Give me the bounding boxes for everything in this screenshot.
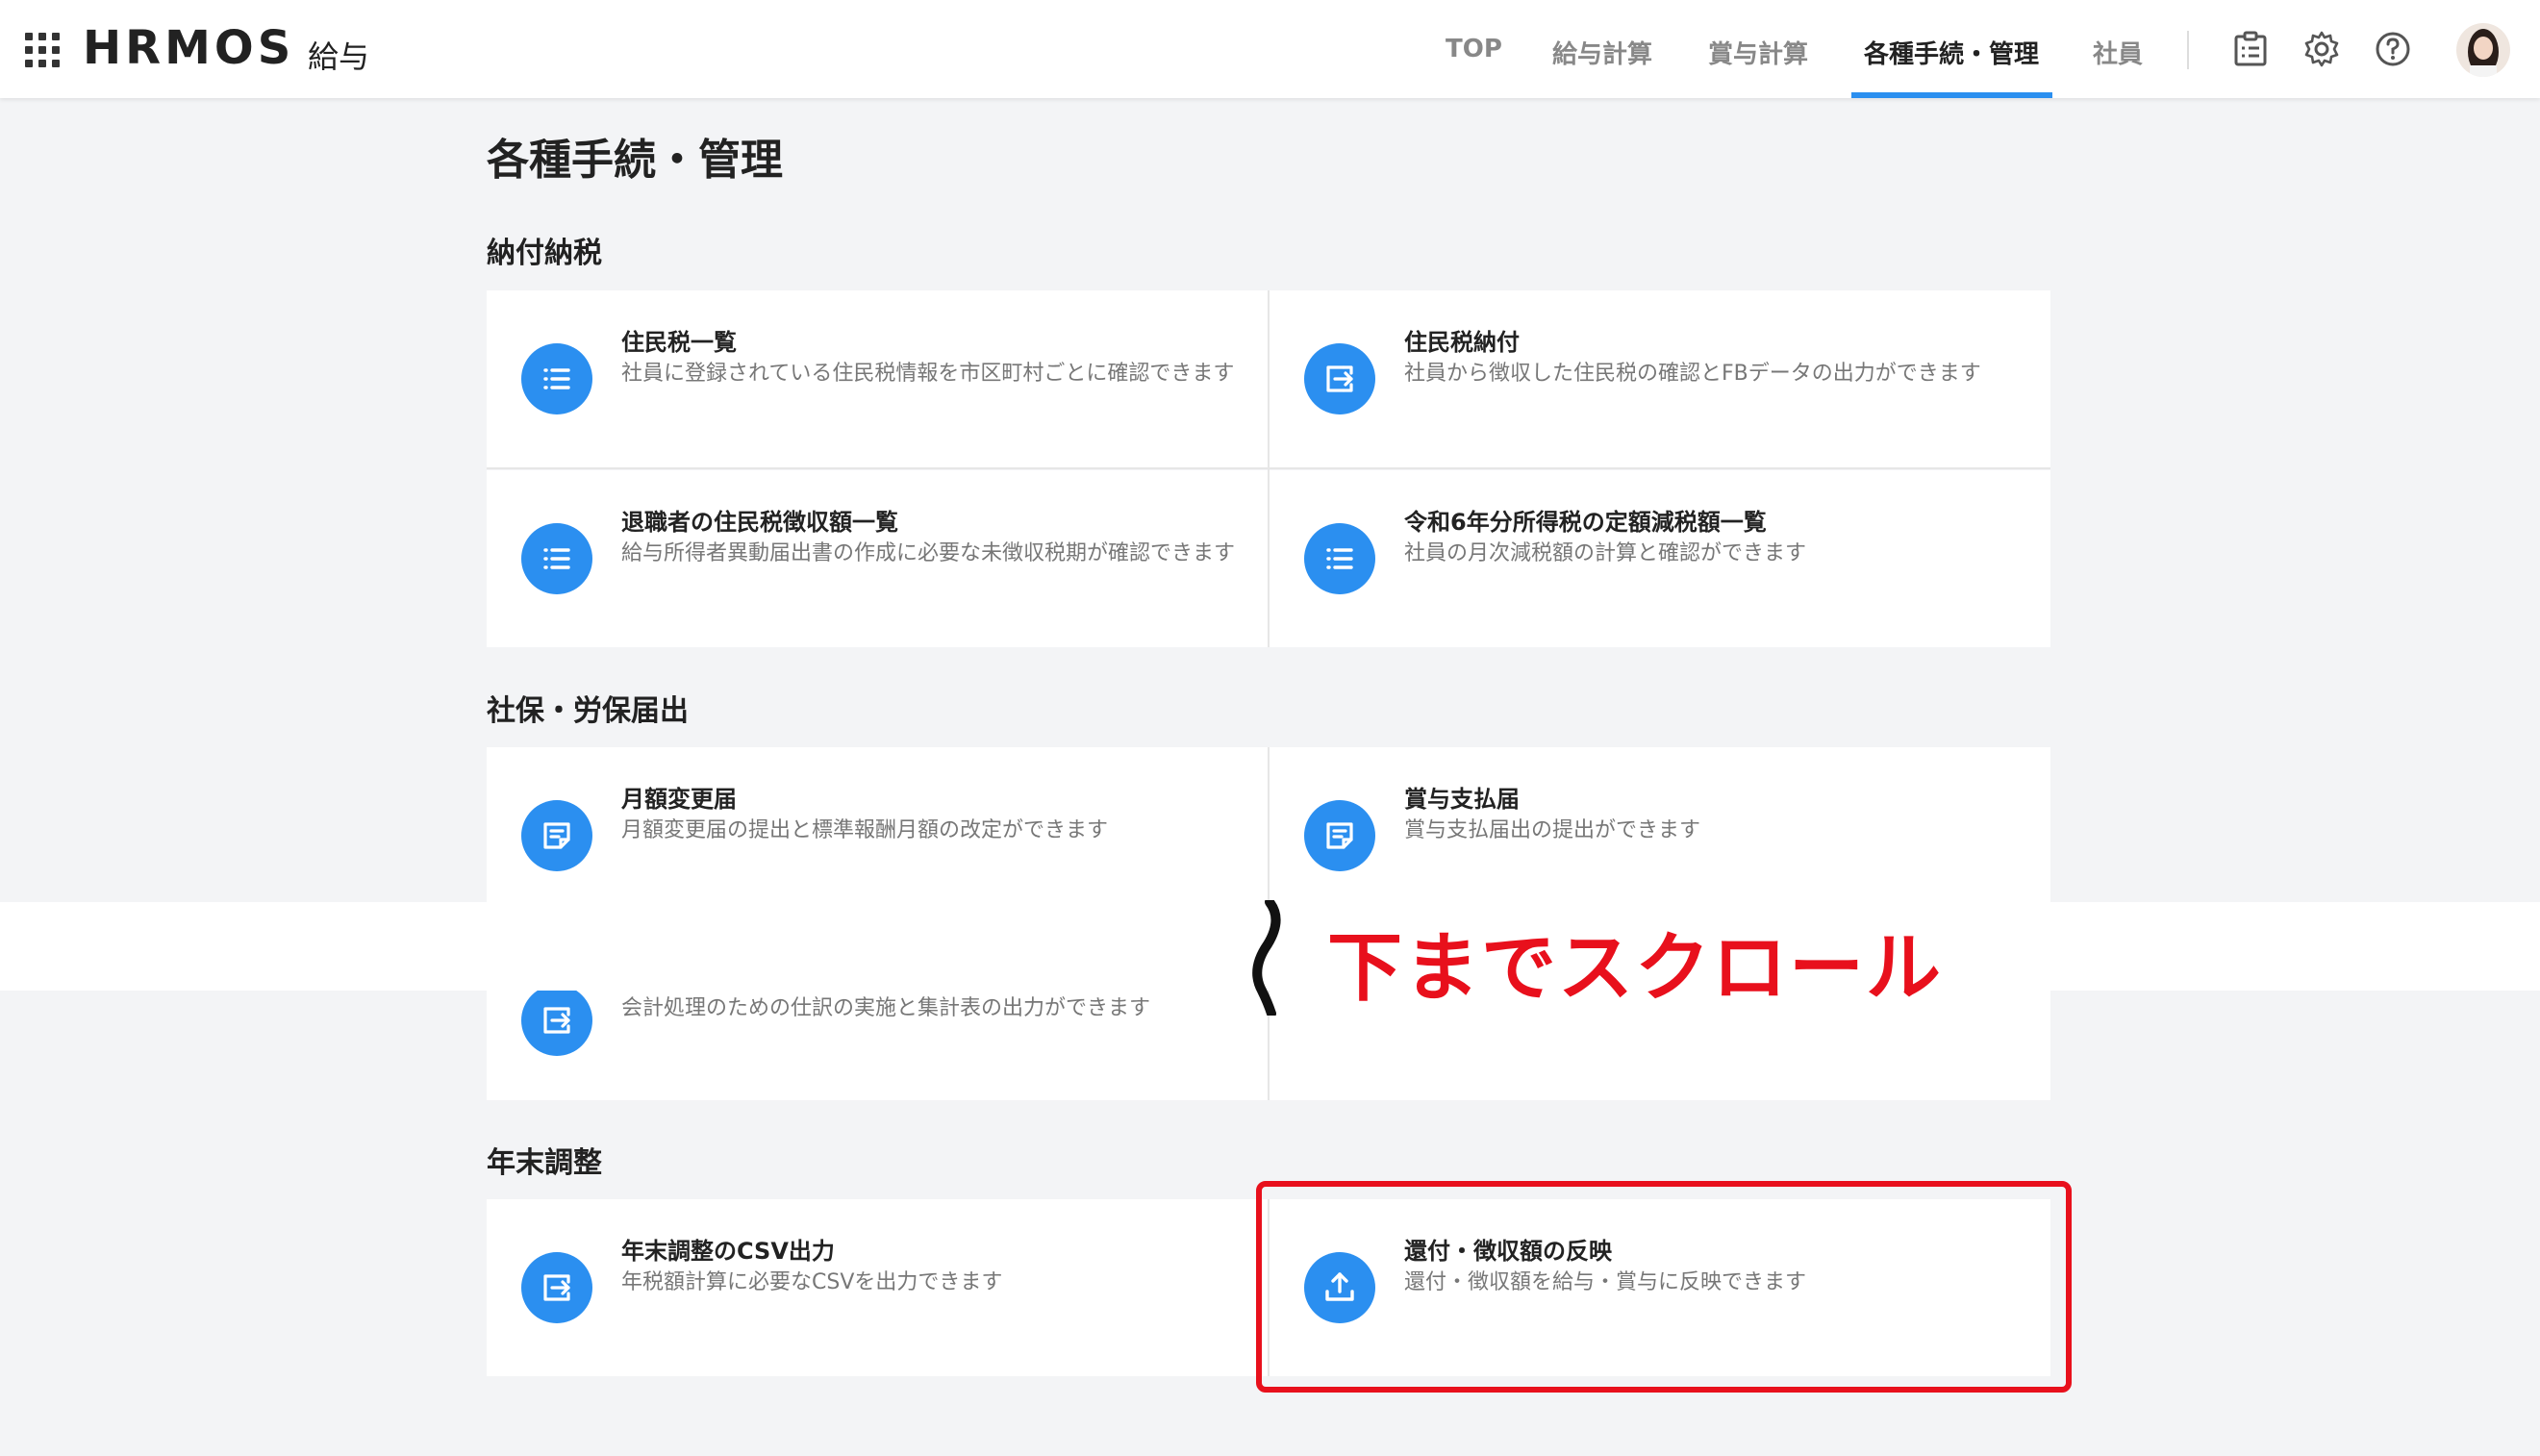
card-description: 賞与支払届出の提出ができます — [1404, 818, 1701, 842]
highlight-annotation-box — [1256, 1181, 2072, 1393]
task-list-icon[interactable] — [2231, 30, 2270, 68]
card-description: 給与所得者異動届出書の作成に必要な未徴収税期が確認できます — [621, 541, 1236, 565]
tab-payroll[interactable]: 給与計算 — [1552, 35, 1652, 70]
card-description: 会計処理のための仕訳の実施と集計表の出力ができます — [621, 996, 1151, 1020]
card-title: 退職者の住民税徴収額一覧 — [621, 509, 898, 536]
document-icon — [1304, 800, 1375, 871]
help-icon[interactable] — [2374, 30, 2412, 68]
card-description: 年税額計算に必要なCSVを出力できます — [621, 1270, 1003, 1294]
user-avatar[interactable] — [2456, 23, 2510, 77]
list-icon — [521, 523, 592, 594]
brand-logo[interactable]: HRMOS — [83, 21, 294, 75]
card-retiree-resident-tax[interactable]: 退職者の住民税徴収額一覧 給与所得者異動届出書の作成に必要な未徴収税期が確認でき… — [487, 470, 1268, 647]
list-icon — [521, 343, 592, 414]
section-title-year-end: 年末調整 — [487, 1146, 602, 1180]
scroll-break-wave-icon — [1252, 900, 1281, 1016]
header-divider — [2187, 31, 2189, 69]
card-resident-tax-payment[interactable]: 住民税納付 社員から徴収した住民税の確認とFBデータの出力ができます — [1270, 290, 2050, 467]
active-tab-indicator — [1851, 92, 2052, 98]
card-monthly-change-report[interactable]: 月額変更届 月額変更届の提出と標準報酬月額の改定ができます — [487, 747, 1268, 902]
tab-bonus[interactable]: 賞与計算 — [1708, 35, 1808, 70]
tab-top[interactable]: TOP — [1446, 35, 1502, 63]
card-description: 月額変更届の提出と標準報酬月額の改定ができます — [621, 818, 1109, 842]
card-title: 月額変更届 — [621, 786, 737, 813]
app-header: HRMOS 給与 TOP 給与計算 賞与計算 各種手続・管理 社員 — [0, 0, 2540, 98]
card-year-end-csv-export[interactable]: 年末調整のCSV出力 年税額計算に必要なCSVを出力できます — [487, 1199, 1268, 1376]
product-name: 給与 — [308, 38, 370, 75]
tab-procedures[interactable]: 各種手続・管理 — [1864, 35, 2039, 70]
card-accounting-journal[interactable]: 会計処理のための仕訳の実施と集計表の出力ができます — [487, 985, 1268, 1100]
card-title: 住民税納付 — [1404, 329, 1520, 356]
scroll-annotation: 下までスクロール — [1327, 925, 1944, 1012]
card-bonus-payment-report[interactable]: 賞与支払届 賞与支払届出の提出ができます — [1270, 747, 2050, 902]
card-description: 社員に登録されている住民税情報を市区町村ごとに確認できます — [621, 362, 1235, 386]
app-grid-icon[interactable] — [25, 33, 60, 67]
list-icon — [1304, 523, 1375, 594]
card-title: 住民税一覧 — [621, 329, 737, 356]
card-description: 社員から徴収した住民税の確認とFBデータの出力ができます — [1404, 362, 1981, 386]
export-icon — [521, 985, 592, 1056]
gear-icon[interactable] — [2302, 30, 2341, 68]
card-title: 賞与支払届 — [1404, 786, 1520, 813]
export-icon — [521, 1252, 592, 1323]
section-title-payment: 納付納税 — [487, 237, 602, 270]
document-icon — [521, 800, 592, 871]
export-icon — [1304, 343, 1375, 414]
card-flat-tax-reduction[interactable]: 令和6年分所得税の定額減税額一覧 社員の月次減税額の計算と確認ができます — [1270, 470, 2050, 647]
card-title: 令和6年分所得税の定額減税額一覧 — [1404, 509, 1767, 536]
section-title-social-insurance: 社保・労保届出 — [487, 694, 689, 728]
card-resident-tax-list[interactable]: 住民税一覧 社員に登録されている住民税情報を市区町村ごとに確認できます — [487, 290, 1268, 467]
card-description: 社員の月次減税額の計算と確認ができます — [1404, 541, 1807, 565]
page-title: 各種手続・管理 — [487, 136, 783, 185]
card-title: 年末調整のCSV出力 — [621, 1238, 835, 1265]
card-divider — [487, 467, 2050, 469]
tab-employees[interactable]: 社員 — [2093, 35, 2143, 70]
